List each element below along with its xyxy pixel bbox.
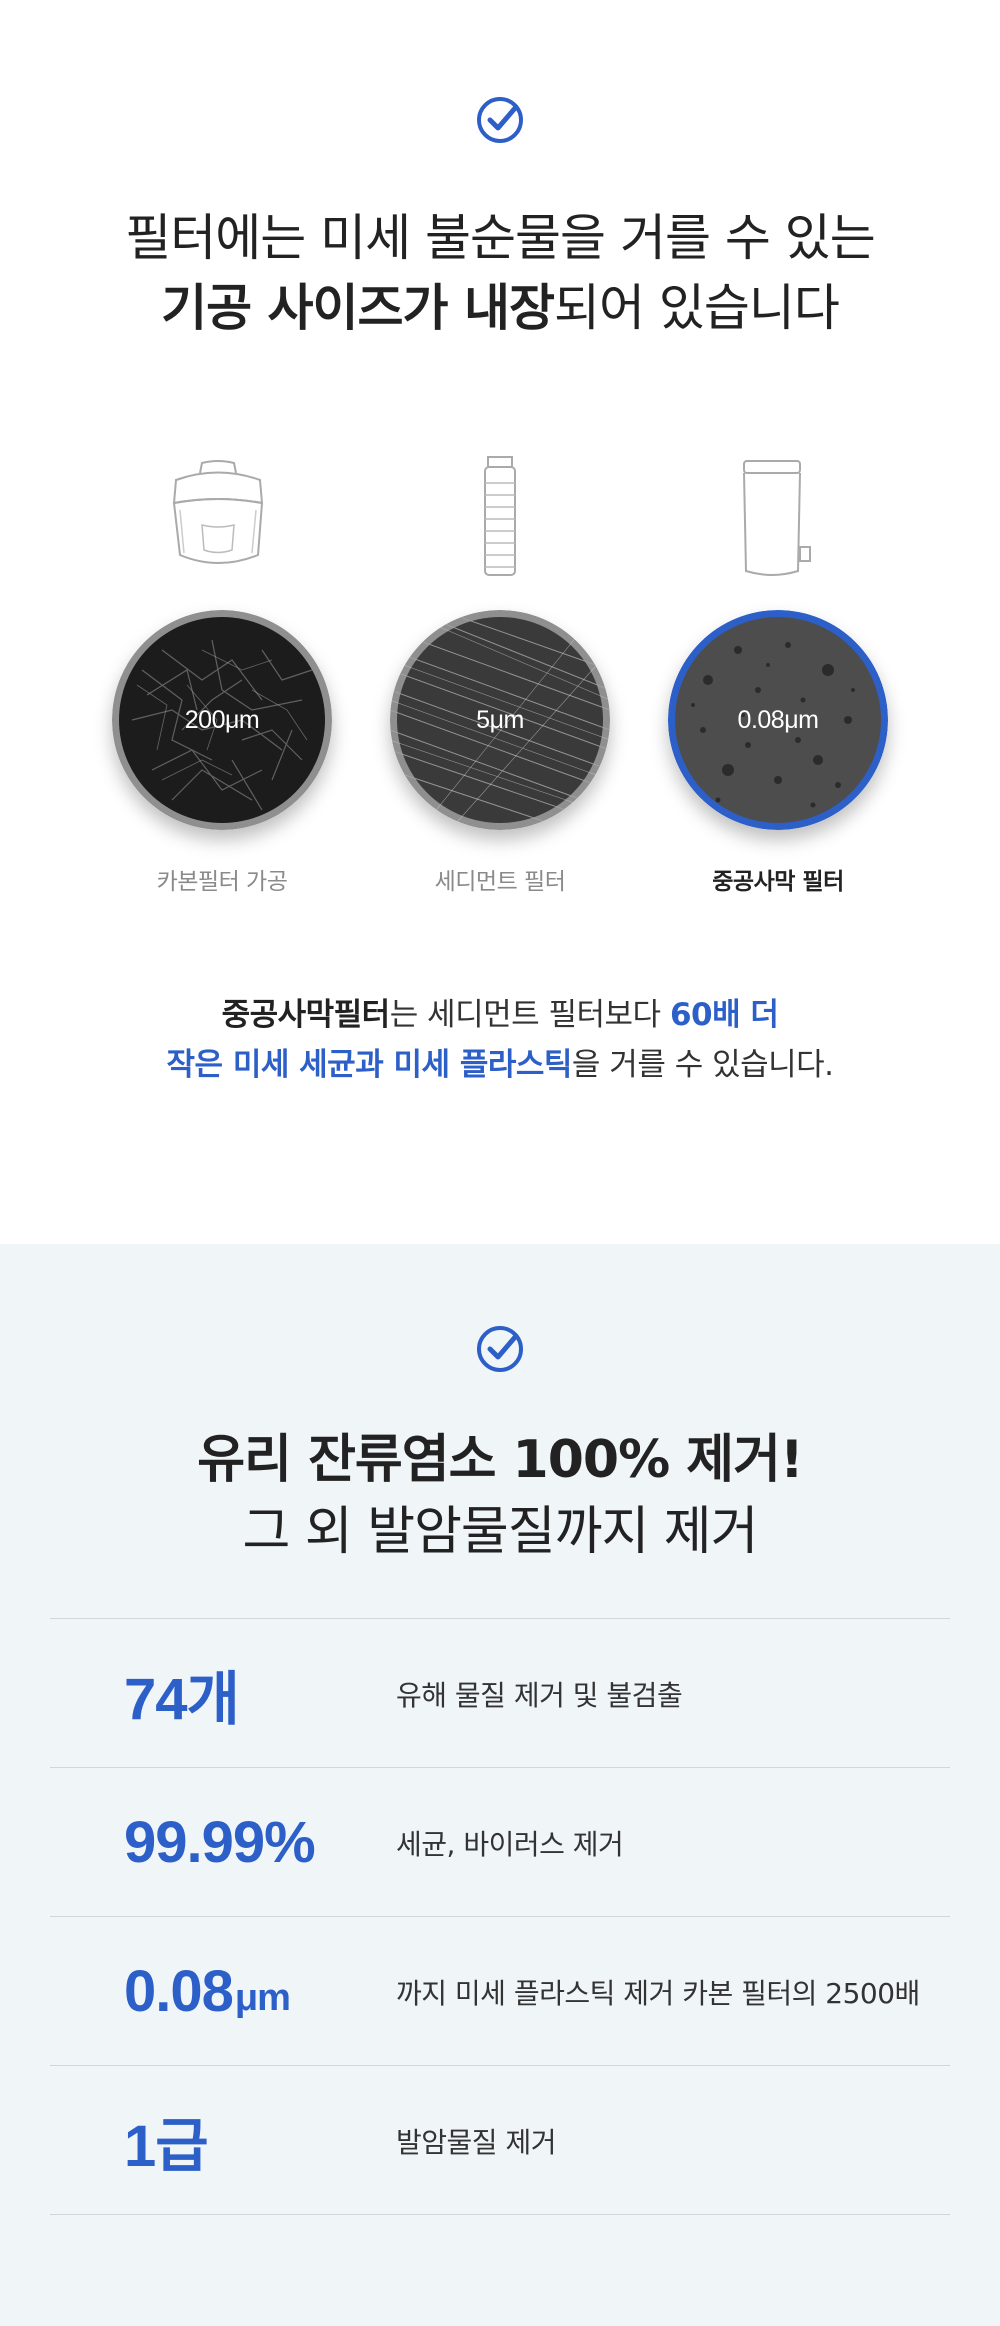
- comparison-highlight-2: 작은 미세 세균과 미세 플라스틱: [166, 1047, 572, 1083]
- section-headline: 필터에는 미세 불순물을 거를 수 있는 기공 사이즈가 내장되어 있습니다: [0, 203, 1000, 343]
- check-circle-icon: [475, 1324, 525, 1374]
- headline-line-1: 유리 잔류염소 100% 제거!: [197, 1430, 803, 1490]
- stat-description: 발암물질 제거: [396, 2125, 556, 2159]
- sediment-filter-icon: [440, 455, 560, 585]
- filter-name-carbon: 카본필터 가공: [156, 869, 288, 895]
- hollow-fiber-filter-pore-image: 0.08μm: [668, 610, 888, 830]
- pore-size-label: 5μm: [476, 705, 524, 734]
- pore-size-label: 0.08μm: [737, 705, 819, 734]
- stat-number: 0.08: [124, 1959, 234, 2024]
- section-headline: 유리 잔류염소 100% 제거! 그 외 발암물질까지 제거: [0, 1424, 1000, 1568]
- headline-line-2: 기공 사이즈가 내장되어 있습니다: [0, 273, 1000, 343]
- stat-value: 99.99%: [124, 1768, 316, 1917]
- stat-unit: μm: [234, 1977, 291, 2019]
- stat-row: 74개 유해 물질 제거 및 불검출: [50, 1619, 950, 1768]
- stat-row: 99.99% 세균, 바이러스 제거: [50, 1768, 950, 1917]
- comparison-line-2: 작은 미세 세균과 미세 플라스틱을 거를 수 있습니다.: [0, 1040, 1000, 1090]
- filter-name-hollow-fiber: 중공사막 필터: [712, 869, 844, 895]
- stat-value: 0.08 μm: [124, 1917, 291, 2066]
- stat-number: 1급: [124, 2113, 209, 2179]
- stat-list: 74개 유해 물질 제거 및 불검출 99.99% 세균, 바이러스 제거 0.…: [50, 1618, 950, 2215]
- hollow-fiber-filter-icon: [720, 455, 840, 585]
- comparison-bold: 중공사막필터: [221, 997, 391, 1033]
- carbon-filter-pore-image: 200μm: [112, 610, 332, 830]
- headline-line-1: 필터에는 미세 불순물을 거를 수 있는: [125, 209, 875, 267]
- sediment-filter-pore-image: 5μm: [390, 610, 610, 830]
- stat-description: 세균, 바이러스 제거: [396, 1827, 624, 1861]
- comparison-plain: 는 세디먼트 필터보다: [389, 997, 670, 1033]
- stat-value: 74개: [124, 1619, 240, 1768]
- pore-size-label: 200μm: [184, 705, 260, 734]
- stat-number: 74개: [124, 1666, 240, 1732]
- stat-description: 유해 물질 제거 및 불검출: [396, 1678, 683, 1712]
- stat-row: 0.08 μm 까지 미세 플라스틱 제거 카본 필터의 2500배: [50, 1917, 950, 2066]
- filter-name-sediment: 세디먼트 필터: [434, 869, 566, 895]
- comparison-plain-2: 을 거를 수 있습니다.: [571, 1047, 834, 1083]
- headline-bold-text: 기공 사이즈가 내장: [161, 279, 555, 337]
- stat-row: 1급 발암물질 제거: [50, 2066, 950, 2215]
- comparison-text: 중공사막필터는 세디먼트 필터보다 60배 더 작은 미세 세균과 미세 플라스…: [0, 990, 1000, 1090]
- stat-value: 1급: [124, 2066, 209, 2215]
- headline-line-2: 그 외 발암물질까지 제거: [242, 1502, 759, 1562]
- stat-number: 99.99%: [124, 1810, 316, 1875]
- filter-pore-section: 필터에는 미세 불순물을 거를 수 있는 기공 사이즈가 내장되어 있습니다 2…: [0, 0, 1000, 1244]
- stat-description: 까지 미세 플라스틱 제거 카본 필터의 2500배: [396, 1976, 920, 2010]
- pitcher-cartridge-icon: [158, 455, 278, 585]
- check-circle-icon: [475, 95, 525, 145]
- headline-rest-text: 되어 있습니다: [553, 279, 840, 337]
- comparison-line-1: 중공사막필터는 세디먼트 필터보다 60배 더: [0, 990, 1000, 1040]
- comparison-highlight: 60배 더: [669, 997, 779, 1033]
